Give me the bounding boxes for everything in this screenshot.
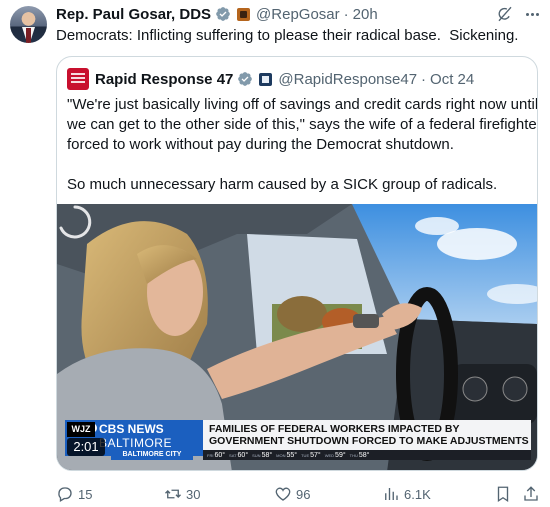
reply-count: 15 (78, 486, 93, 502)
weather-day: TUE 57° (301, 451, 321, 459)
grok-icon[interactable] (496, 5, 514, 23)
share-button[interactable] (522, 482, 540, 506)
verified-icon (216, 7, 230, 21)
network-line1: CBS NEWS (99, 422, 164, 436)
video-player[interactable]: CBS NEWS BALTIMORE FAMILIES OF FEDERAL W… (57, 204, 537, 470)
views-count: 6.1K (404, 486, 431, 502)
author-handle[interactable]: @RepGosar (256, 6, 340, 23)
quoted-avatar (67, 68, 89, 90)
author-avatar[interactable] (10, 6, 47, 43)
affiliation-badge-icon[interactable] (237, 7, 251, 21)
quoted-header: Rapid Response 47 @RapidResponse47 · Oct… (67, 68, 474, 90)
weather-day: THU 58° (349, 451, 370, 459)
views-icon (385, 488, 398, 500)
tweet-text: Democrats: Inflicting suffering to pleas… (56, 27, 519, 44)
headline-line1: FAMILIES OF FEDERAL WORKERS IMPACTED BY (209, 423, 460, 435)
network-line2: BALTIMORE (99, 436, 172, 450)
author-name[interactable]: Rep. Paul Gosar, DDS (56, 6, 211, 23)
loading-spinner-icon (59, 205, 92, 239)
post-time[interactable]: 20h (353, 6, 378, 23)
quoted-author-name: Rapid Response 47 (95, 70, 234, 88)
tweet[interactable]: Rep. Paul Gosar, DDS @RepGosar · 20h Dem… (0, 0, 550, 507)
more-icon[interactable] (522, 4, 542, 24)
video-duration: 2:01 (67, 438, 105, 456)
repost-button[interactable]: 30 (164, 482, 200, 506)
separator-dot: · (343, 5, 349, 23)
quoted-tweet[interactable]: Rapid Response 47 @RapidResponse47 · Oct… (56, 56, 538, 471)
like-icon (275, 487, 291, 501)
weather-day: SAT 60° (229, 451, 249, 459)
weather-day: MON 55° (276, 451, 298, 459)
bookmark-button[interactable] (494, 482, 512, 506)
reply-icon (58, 487, 72, 502)
weather-day: WED 59° (324, 451, 346, 459)
news-lower-third: CBS NEWS BALTIMORE FAMILIES OF FEDERAL W… (57, 416, 537, 460)
share-icon (524, 486, 538, 501)
like-button[interactable]: 96 (274, 482, 310, 506)
reply-button[interactable]: 15 (56, 482, 92, 506)
tweet-header: Rep. Paul Gosar, DDS @RepGosar · 20h (56, 5, 378, 23)
views-button[interactable]: 6.1K (382, 482, 431, 506)
repost-icon (165, 489, 181, 499)
like-count: 96 (296, 486, 311, 502)
quoted-verified-icon (238, 72, 253, 86)
weather-day: SUN 58° (252, 451, 273, 459)
city-label: BALTIMORE CITY (111, 449, 193, 460)
avatar-tie (26, 28, 31, 43)
action-bar: 15 30 96 6.1K (0, 482, 550, 506)
repost-count: 30 (186, 486, 201, 502)
bookmark-icon (497, 486, 509, 503)
news-headline: FAMILIES OF FEDERAL WORKERS IMPACTED BY … (203, 420, 531, 450)
weather-ticker: FRI 60° SAT 60° SUN 58° MON 55° TUE 57° WED 59… (203, 450, 531, 460)
quoted-text: "We're just basically living off of savi… (67, 96, 538, 193)
quoted-affiliation-icon (259, 72, 273, 86)
station-badge: WJZ (67, 422, 95, 437)
quoted-separator-dot: · (421, 70, 427, 88)
headline-line2: GOVERNMENT SHUTDOWN FORCED TO MAKE ADJUS… (209, 435, 529, 447)
quoted-post-time: Oct 24 (430, 70, 475, 88)
quoted-author-handle: @RapidResponse47 (278, 70, 418, 88)
weather-day: FRI 60° (207, 451, 226, 459)
